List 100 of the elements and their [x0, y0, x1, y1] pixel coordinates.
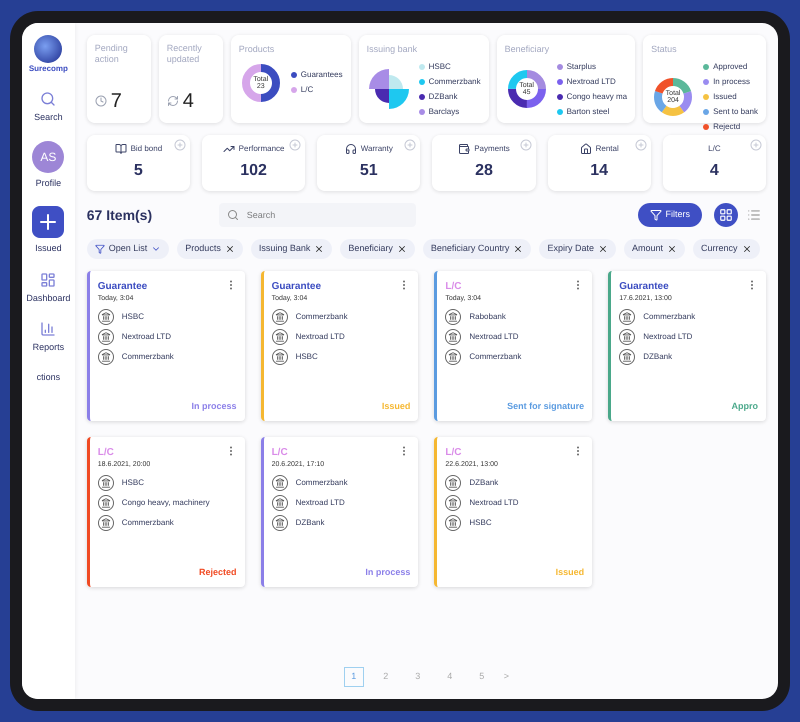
headset-icon — [344, 143, 357, 155]
party-name: Commerzbank — [296, 476, 348, 488]
card-type: Guarantee — [619, 280, 670, 294]
filters-button[interactable]: Filters — [638, 203, 702, 227]
filter-chip[interactable]: Currency — [693, 239, 760, 259]
counter-card[interactable]: Performance 102 — [202, 135, 306, 191]
counter-label: Warranty — [360, 143, 393, 155]
party-name: HSBC — [122, 476, 144, 488]
legend-label: Barclays — [428, 106, 460, 118]
sidebar-item[interactable]: Search — [34, 91, 63, 124]
card-type: L/C — [272, 446, 289, 460]
wallet-icon — [458, 143, 470, 155]
bank-icon — [98, 514, 114, 530]
legend-label: L/C — [300, 84, 314, 96]
bank-icon — [619, 348, 636, 364]
legend-label: In process — [713, 76, 750, 88]
legend-label: Congo heavy ma — [566, 90, 628, 102]
party-name: Commerzbank — [469, 350, 522, 362]
remove-icon[interactable] — [224, 244, 235, 254]
party-name: Commerzbank — [122, 350, 174, 362]
search-field[interactable]: Search — [218, 203, 416, 227]
chart-title: Status — [651, 43, 678, 56]
sidebar-item[interactable]: AS Profile — [32, 140, 64, 190]
bank-icon — [98, 328, 114, 344]
counter-card[interactable]: Warranty 51 — [317, 135, 420, 191]
bar-chart-icon — [40, 321, 56, 337]
filter-chip[interactable]: Beneficiary Country — [422, 239, 532, 259]
chip-label: Beneficiary Country — [430, 242, 510, 256]
party-name: DZBank — [469, 476, 498, 488]
party-name: DZBank — [643, 350, 672, 362]
counter-value: 5 — [134, 161, 143, 181]
bank-icon — [272, 494, 288, 510]
trend-chart-icon — [222, 143, 235, 155]
search-icon — [226, 209, 239, 221]
sidebar-item[interactable]: Reports — [32, 321, 64, 354]
party-name: Rabobank — [469, 310, 506, 322]
counter-value: 102 — [240, 161, 267, 181]
sidebar-item[interactable]: Dashboard — [26, 272, 70, 305]
remove-icon[interactable] — [598, 244, 608, 254]
bank-icon — [272, 474, 288, 490]
counter-label: Performance — [238, 143, 284, 155]
bank-icon — [445, 328, 462, 344]
counter-card[interactable]: Rental 14 — [548, 135, 651, 191]
party-name: Nextroad LTD — [296, 496, 345, 508]
stat-value: 4 — [182, 89, 194, 114]
filter-chip[interactable]: Products — [177, 239, 243, 259]
remove-icon[interactable] — [396, 244, 407, 254]
party-name: HSBC — [296, 350, 318, 362]
card-status: In process — [365, 566, 410, 579]
party-name: Commerzbank — [296, 310, 348, 322]
remove-icon[interactable] — [742, 244, 752, 254]
party-name: Nextroad LTD — [643, 330, 692, 342]
card-status: Rejected — [199, 566, 237, 579]
counter-value: 14 — [590, 161, 608, 181]
bank-icon — [619, 308, 636, 324]
party-name: Nextroad LTD — [296, 330, 345, 342]
chip-label: Issuing Bank — [258, 242, 310, 256]
legend-label: Commerzbank — [428, 76, 481, 88]
list-dropdown[interactable]: Open List — [86, 239, 170, 259]
legend-label: Rejectd — [713, 120, 740, 132]
party-name: Nextroad LTD — [469, 496, 519, 508]
bank-icon — [272, 514, 288, 530]
grid-view-button[interactable] — [714, 203, 738, 227]
legend-label: Barton steel — [566, 106, 610, 118]
filter-chip[interactable]: Amount — [624, 239, 685, 259]
filter-chip[interactable]: Issuing Bank — [250, 239, 332, 259]
chip-label: Open List — [108, 242, 148, 256]
card-status: Issued — [382, 400, 410, 412]
bank-icon — [98, 308, 114, 324]
legend-label: Approved — [713, 60, 748, 72]
party-name: HSBC — [469, 516, 492, 528]
counter-card[interactable]: Bid bond 5 — [86, 135, 190, 191]
counter-label: Payments — [474, 143, 510, 155]
filter-chip[interactable]: Expiry Date — [539, 239, 616, 259]
search-icon — [40, 91, 56, 107]
remove-icon[interactable] — [513, 244, 524, 254]
sidebar-item[interactable]: Issued — [32, 206, 64, 256]
legend-label: Nextroad LTD — [566, 76, 616, 88]
logo-icon — [34, 35, 62, 63]
legend-label: HSBC — [428, 60, 451, 72]
list-icon — [747, 208, 762, 222]
legend-label: Issued — [713, 90, 737, 102]
counter-label: Rental — [596, 143, 619, 155]
remove-icon[interactable] — [314, 244, 324, 254]
sidebar-item[interactable]: ctions — [36, 370, 60, 384]
bank-icon — [445, 494, 462, 510]
filter-chip[interactable]: Beneficiary — [340, 239, 415, 259]
chip-label: Beneficiary — [348, 242, 393, 256]
counter-card[interactable]: L/C 4 — [662, 135, 766, 191]
counter-card[interactable]: Payments 28 — [432, 135, 536, 191]
counter-label: L/C — [708, 143, 721, 155]
chip-label: Currency — [701, 242, 738, 256]
bank-icon — [445, 308, 462, 324]
card-status: Sent for signature — [507, 400, 584, 413]
grid-icon — [719, 208, 734, 222]
house-icon — [580, 143, 592, 155]
remove-icon[interactable] — [667, 244, 677, 254]
counter-value: 51 — [360, 161, 378, 181]
bank-icon — [445, 474, 462, 490]
pie-chart-drawing — [366, 67, 411, 111]
